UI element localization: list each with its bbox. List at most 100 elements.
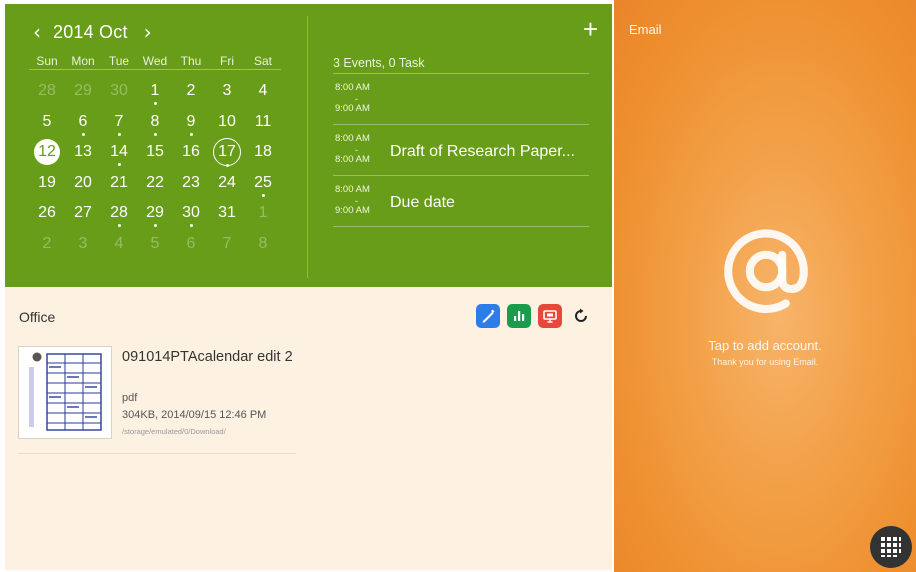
day-number: 7	[222, 234, 232, 252]
agenda-event[interactable]: 8:00 AM -9:00 AM Due date	[333, 179, 589, 227]
day-number: 6	[78, 112, 88, 130]
day-cell[interactable]: 10	[209, 107, 245, 137]
event-indicator-dot	[189, 132, 193, 136]
email-title: Email	[629, 22, 662, 37]
day-cell[interactable]: 6	[65, 107, 101, 137]
event-end-time: 9:00 AM	[335, 204, 370, 216]
day-cell[interactable]: 26	[29, 198, 65, 228]
calendar-week-row: 26 27 28 29 30 31 1	[29, 198, 281, 228]
day-cell[interactable]: 6	[173, 229, 209, 259]
day-cell[interactable]: 11	[245, 107, 281, 137]
app-grid-button[interactable]	[870, 526, 912, 568]
day-number: 21	[110, 173, 128, 191]
day-cell[interactable]: 28	[101, 198, 137, 228]
day-cell[interactable]: 4	[101, 229, 137, 259]
day-cell[interactable]: 15	[137, 137, 173, 167]
time-separator: -	[355, 93, 358, 104]
document-item[interactable]: 091014PTAcalendar edit 2 pdf 304KB, 2014…	[18, 344, 296, 454]
day-cell[interactable]: 13	[65, 137, 101, 167]
weekday-label: Sun	[36, 54, 58, 68]
day-cell[interactable]: 2	[29, 229, 65, 259]
event-end-time: 8:00 AM	[335, 153, 370, 165]
day-cell[interactable]: 29	[137, 198, 173, 228]
email-widget[interactable]: Email Tap to add account. Thank you for …	[614, 0, 916, 572]
day-cell[interactable]: 8	[245, 229, 281, 259]
day-number: 26	[38, 204, 56, 221]
day-cell[interactable]: 22	[137, 168, 173, 198]
day-number: 29	[146, 204, 164, 221]
add-account-prompt: Tap to add account.	[708, 338, 822, 353]
day-number: 29	[74, 82, 92, 99]
app-grid-icon	[881, 537, 901, 557]
email-thanks-text: Thank you for using Email.	[711, 357, 819, 367]
day-number: 10	[218, 112, 236, 130]
time-separator: -	[355, 195, 358, 206]
day-number: 22	[146, 173, 164, 191]
event-title: Draft of Research Paper...	[390, 143, 575, 160]
agenda-event[interactable]: 8:00 AM -8:00 AM Draft of Research Paper..…	[333, 128, 589, 176]
day-cell[interactable]: 24	[209, 168, 245, 198]
day-cell[interactable]: 20	[65, 168, 101, 198]
event-indicator-dot	[153, 224, 157, 227]
event-indicator-dot	[189, 224, 193, 227]
day-cell[interactable]: 23	[173, 168, 209, 198]
calendar-week-row: 5 6 7 8 9 10 11	[29, 107, 281, 137]
calendar-week-row: 12 13 14 15 16 17 18	[29, 137, 281, 167]
day-cell[interactable]: 25	[245, 168, 281, 198]
day-cell[interactable]: 16	[173, 137, 209, 167]
day-number: 3	[222, 82, 232, 99]
event-indicator-dot	[117, 163, 121, 166]
day-cell[interactable]: 4	[245, 76, 281, 106]
event-end-time: 9:00 AM	[335, 102, 370, 114]
today-cell[interactable]: 12	[29, 137, 65, 167]
day-cell[interactable]: 18	[245, 137, 281, 167]
day-number: 25	[254, 173, 272, 191]
refresh-icon[interactable]	[569, 304, 593, 328]
weekday-label: Thu	[180, 54, 202, 68]
day-cell[interactable]: 2	[173, 76, 209, 106]
day-cell[interactable]: 19	[29, 168, 65, 198]
day-number: 30	[110, 82, 128, 99]
day-number: 19	[38, 173, 56, 191]
weekday-label: Fri	[220, 54, 234, 68]
day-cell[interactable]: 5	[29, 107, 65, 137]
day-cell[interactable]: 31	[209, 198, 245, 228]
day-cell[interactable]: 1	[137, 76, 173, 106]
day-cell[interactable]: 7	[101, 107, 137, 137]
day-number: 4	[114, 234, 124, 252]
day-number: 6	[186, 234, 196, 252]
day-cell[interactable]: 9	[173, 107, 209, 137]
word-app-icon[interactable]	[476, 304, 500, 328]
event-start-time: 8:00 AM	[335, 133, 370, 144]
day-cell[interactable]: 5	[137, 229, 173, 259]
presentation-app-icon[interactable]	[538, 304, 562, 328]
day-cell[interactable]: 29	[65, 76, 101, 106]
selected-day-cell[interactable]: 17	[209, 137, 245, 167]
at-sign-icon	[724, 229, 808, 314]
chevron-left-icon[interactable]: ‹	[27, 20, 47, 44]
day-cell[interactable]: 1	[245, 198, 281, 228]
day-cell[interactable]: 27	[65, 198, 101, 228]
day-cell[interactable]: 30	[101, 76, 137, 106]
event-indicator-dot	[153, 102, 157, 105]
day-cell[interactable]: 8	[137, 107, 173, 137]
event-times: 8:00 AM -8:00 AM	[335, 133, 387, 166]
day-number: 20	[74, 173, 92, 191]
office-app-shortcuts	[476, 304, 593, 328]
chevron-right-icon[interactable]: ›	[138, 20, 158, 44]
day-cell[interactable]: 30	[173, 198, 209, 228]
agenda-event[interactable]: 8:00 AM -9:00 AM	[333, 77, 589, 125]
day-cell[interactable]: 21	[101, 168, 137, 198]
day-cell[interactable]: 3	[65, 229, 101, 259]
event-indicator-dot	[153, 132, 157, 136]
day-cell[interactable]: 28	[29, 76, 65, 106]
day-number: 2	[186, 82, 196, 99]
day-cell[interactable]: 14	[101, 137, 137, 167]
document-meta: 304KB, 2014/09/15 12:46 PM	[122, 409, 267, 421]
month-label[interactable]: 2014 Oct	[53, 22, 128, 43]
add-event-button[interactable]: +	[583, 16, 598, 42]
day-number: 5	[42, 112, 52, 130]
day-cell[interactable]: 7	[209, 229, 245, 259]
day-cell[interactable]: 3	[209, 76, 245, 106]
spreadsheet-app-icon[interactable]	[507, 304, 531, 328]
